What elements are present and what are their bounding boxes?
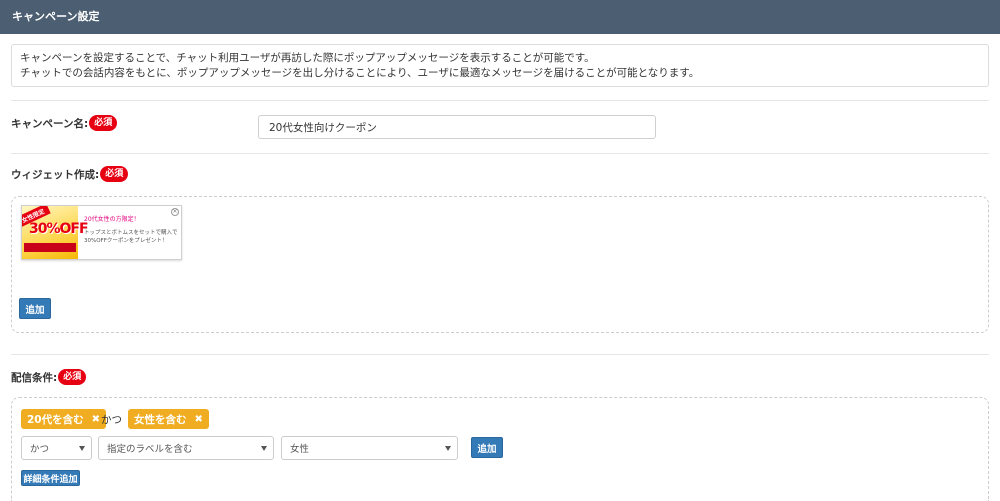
operator-select[interactable]: かつ bbox=[21, 436, 92, 460]
campaign-name-label-text: キャンペーン名: bbox=[11, 117, 89, 130]
close-icon[interactable]: × bbox=[171, 208, 179, 216]
campaign-name-input[interactable] bbox=[258, 115, 656, 139]
widget-label-text: ウィジェット作成: bbox=[11, 168, 100, 181]
rule-select[interactable]: 指定のラベルを含む bbox=[98, 436, 274, 460]
chevron-down-icon bbox=[445, 446, 451, 451]
widget-title: 20代女性の方限定！ bbox=[84, 216, 140, 223]
condition-tag-label: 女性を含む bbox=[134, 413, 187, 426]
divider bbox=[11, 100, 989, 101]
value-select[interactable]: 女性 bbox=[281, 436, 458, 460]
ribbon-band bbox=[24, 243, 76, 252]
remove-icon[interactable]: ✖ bbox=[195, 414, 203, 425]
widget-preview-card[interactable]: 女性限定 30%OFF × 20代女性の方限定！ トップスとボトムスをセットで購… bbox=[21, 205, 182, 260]
condition-tag: 20代を含む ✖ bbox=[21, 409, 107, 429]
widget-body-line-1: トップスとボトムスをセットで購入で bbox=[84, 230, 178, 236]
divider bbox=[11, 354, 989, 355]
required-badge: 必須 bbox=[89, 115, 118, 131]
page-header: キャンペーン設定 bbox=[0, 0, 1000, 34]
required-badge: 必須 bbox=[100, 166, 129, 182]
conditions-label-text: 配信条件: bbox=[11, 371, 58, 384]
campaign-name-label: キャンペーン名: 必須 bbox=[11, 115, 118, 131]
description-line-2: チャットでの会話内容をもとに、ポップアップメッセージを出し分けることにより、ユー… bbox=[20, 67, 700, 79]
required-badge: 必須 bbox=[58, 369, 87, 385]
and-connector: かつ bbox=[101, 414, 122, 426]
widget-label: ウィジェット作成: 必須 bbox=[11, 166, 129, 182]
rule-select-value: 指定のラベルを含む bbox=[107, 444, 193, 455]
widget-body: トップスとボトムスをセットで購入で 30%OFFクーポンをプレゼント！ bbox=[84, 229, 178, 245]
conditions-label: 配信条件: 必須 bbox=[11, 369, 87, 385]
page-title: キャンペーン設定 bbox=[12, 10, 100, 23]
remove-icon[interactable]: ✖ bbox=[92, 414, 100, 425]
coupon-banner-image: 女性限定 30%OFF bbox=[22, 206, 89, 259]
description-box: キャンペーンを設定することで、チャット利用ユーザが再訪した際にポップアップメッセ… bbox=[11, 44, 989, 87]
add-detail-condition-button[interactable]: 詳細条件追加 bbox=[21, 470, 80, 486]
operator-select-value: かつ bbox=[30, 444, 50, 455]
chevron-down-icon bbox=[79, 446, 85, 451]
condition-tag: 女性を含む ✖ bbox=[128, 409, 209, 429]
widget-body-line-2: 30%OFFクーポンをプレゼント！ bbox=[84, 238, 168, 244]
divider bbox=[11, 153, 989, 154]
chevron-down-icon bbox=[261, 446, 267, 451]
value-select-value: 女性 bbox=[290, 444, 310, 455]
description-line-1: キャンペーンを設定することで、チャット利用ユーザが再訪した際にポップアップメッセ… bbox=[20, 52, 595, 64]
add-condition-button[interactable]: 追加 bbox=[471, 437, 503, 458]
condition-tag-label: 20代を含む bbox=[27, 413, 84, 426]
add-widget-button[interactable]: 追加 bbox=[19, 298, 51, 319]
discount-text: 30%OFF bbox=[29, 221, 89, 237]
